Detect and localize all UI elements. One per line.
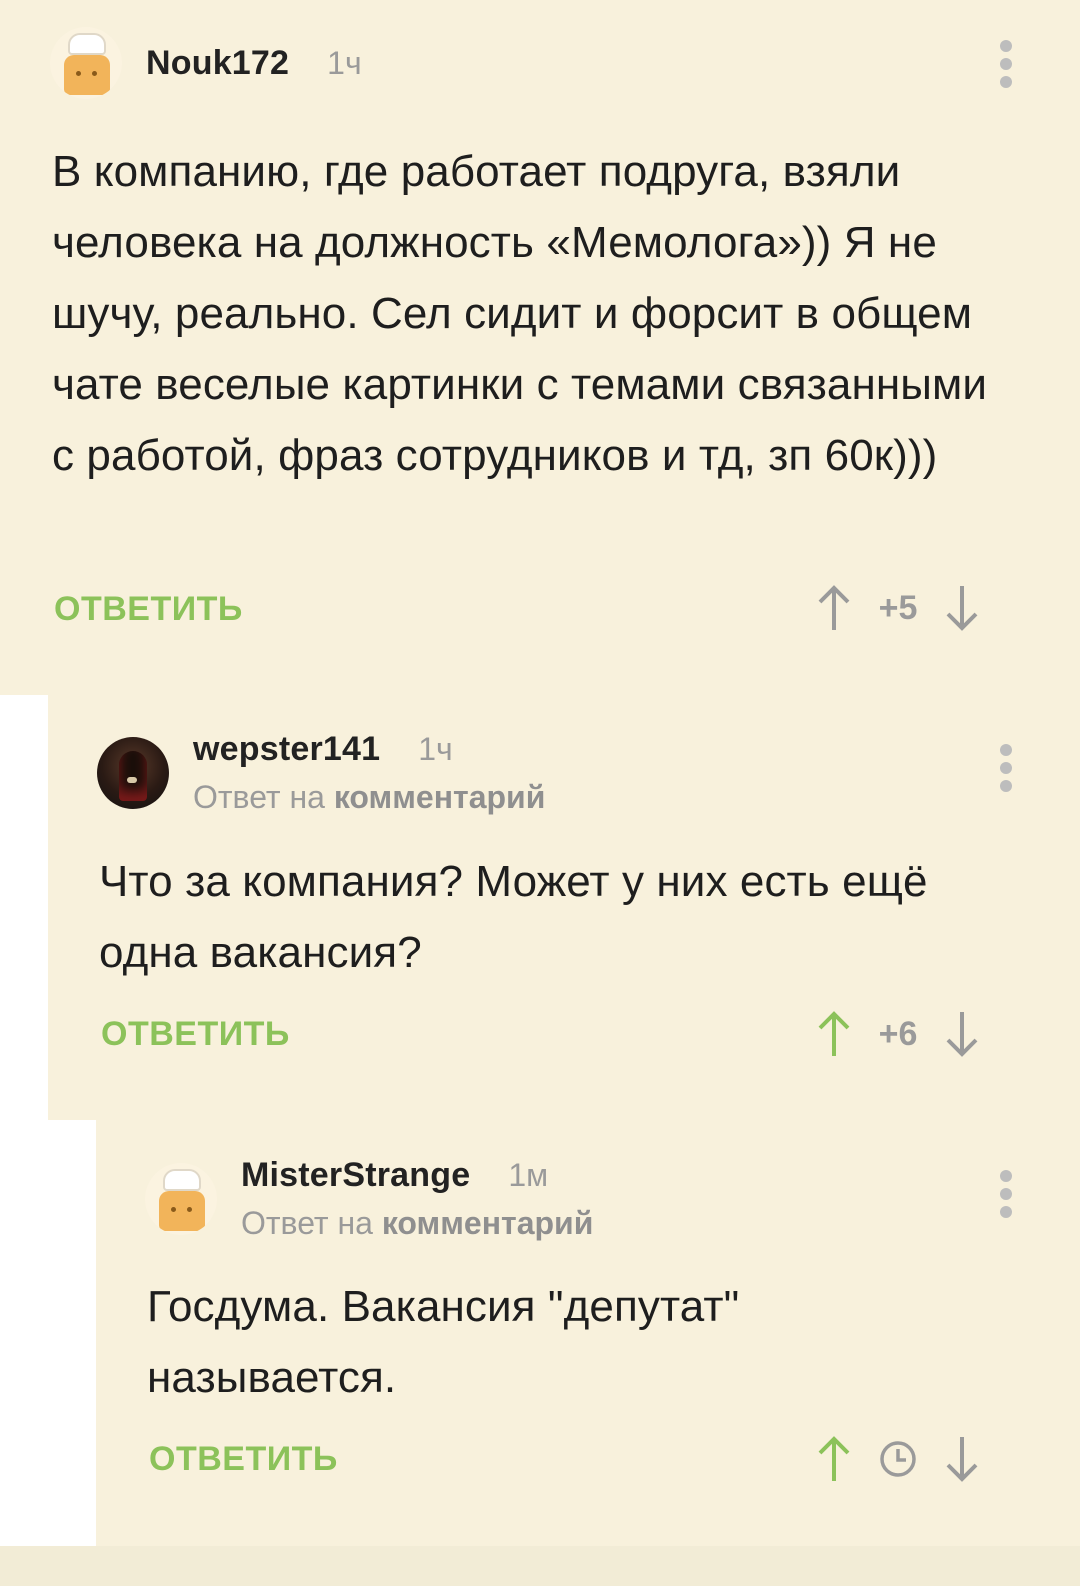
more-options-icon[interactable] [998, 1170, 1014, 1218]
vote-controls: +6 [814, 1010, 982, 1058]
avatar[interactable] [145, 1163, 217, 1235]
bottom-band [0, 1546, 1080, 1586]
reply-button[interactable]: ОТВЕТИТЬ [101, 1015, 290, 1054]
comment-header: MisterStrange 1м Ответ на комментарий [145, 1156, 593, 1242]
vote-controls: +5 [814, 584, 982, 632]
vote-controls [814, 1435, 982, 1483]
reply-target-link[interactable]: комментарий [382, 1205, 594, 1241]
avatar[interactable] [50, 27, 122, 99]
reply-to-line: Ответ на комментарий [241, 1205, 594, 1241]
upvote-arrow-icon[interactable] [814, 584, 854, 632]
reply-button[interactable]: ОТВЕТИТЬ [54, 590, 243, 629]
timestamp: 1ч [327, 44, 362, 81]
more-options-icon[interactable] [998, 744, 1014, 792]
downvote-arrow-icon[interactable] [942, 1435, 982, 1483]
upvote-arrow-icon[interactable] [814, 1435, 854, 1483]
score: +6 [878, 1014, 918, 1053]
comment-text: Что за компания? Может у них есть ещё од… [99, 857, 928, 977]
upvote-arrow-icon[interactable] [814, 1010, 854, 1058]
timestamp: 1м [508, 1157, 549, 1193]
chef-hat-icon [163, 1169, 201, 1191]
chef-hat-icon [68, 33, 106, 55]
reply-target-link[interactable]: комментарий [334, 779, 546, 815]
username[interactable]: Nouk172 [146, 44, 289, 83]
downvote-arrow-icon[interactable] [942, 1010, 982, 1058]
more-options-icon[interactable] [998, 40, 1014, 88]
reply-to-line: Ответ на комментарий [193, 779, 546, 815]
username[interactable]: wepster141 [193, 730, 380, 769]
thread-gutter-level-2 [48, 1120, 96, 1546]
comment-text: В компанию, где работает подруга, взяли … [52, 147, 988, 480]
clock-icon [880, 1441, 916, 1477]
downvote-arrow-icon[interactable] [942, 584, 982, 632]
comment-header: Nouk172 1ч [50, 27, 362, 99]
timestamp: 1ч [418, 731, 453, 767]
score: +5 [878, 588, 918, 627]
thread-gutter-level-1 [0, 695, 48, 1586]
reply-button[interactable]: ОТВЕТИТЬ [149, 1440, 338, 1479]
comment-text: Госдума. Вакансия "депутат" называется. [147, 1282, 740, 1402]
username[interactable]: MisterStrange [241, 1156, 470, 1195]
avatar[interactable] [97, 737, 169, 809]
comment-header: wepster141 1ч Ответ на комментарий [97, 730, 545, 816]
